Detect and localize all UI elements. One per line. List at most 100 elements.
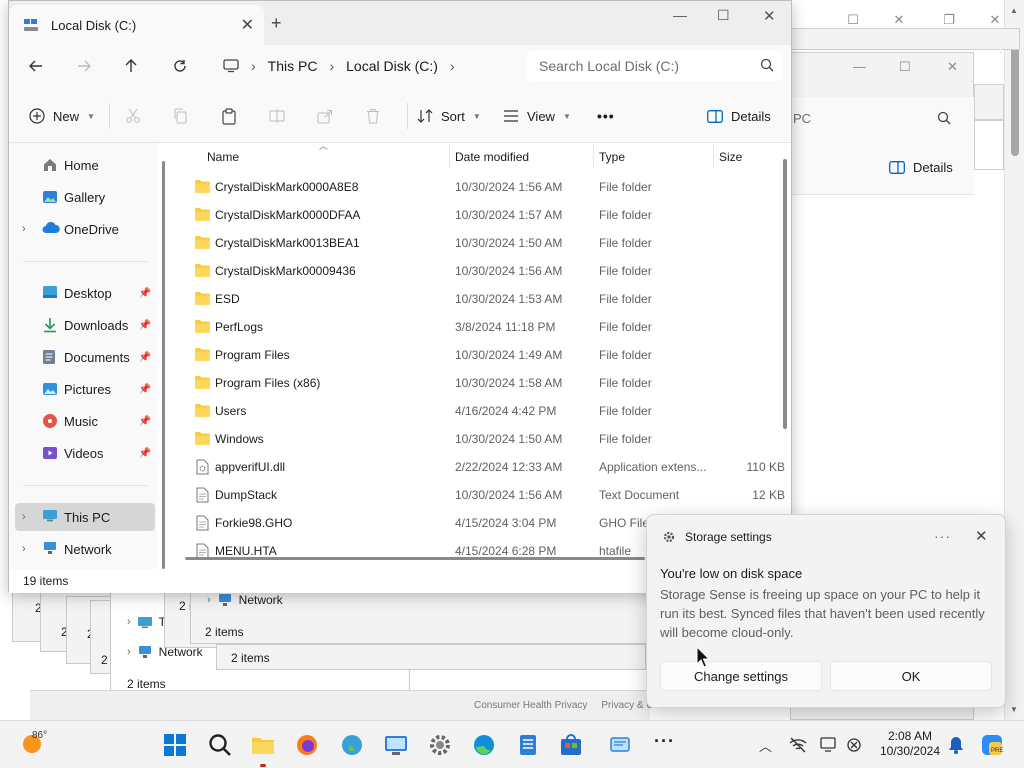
paste-button[interactable]	[221, 105, 237, 127]
background-page-scrollbar[interactable]: ▲ ▼	[1004, 0, 1024, 720]
search-input[interactable]: Search Local Disk (C:)	[527, 51, 782, 81]
computer-icon[interactable]	[223, 59, 239, 73]
pin-icon[interactable]: 📌	[139, 352, 151, 363]
view-button[interactable]: View ▼	[503, 105, 571, 127]
forward-arrow-icon[interactable]	[71, 55, 97, 77]
back-arrow-icon[interactable]	[23, 55, 49, 77]
breadcrumb-this-pc[interactable]: This PC	[268, 58, 318, 74]
file-row[interactable]: Windows 10/30/2024 1:50 AM File folder	[173, 425, 785, 453]
scroll-thumb[interactable]	[162, 161, 165, 569]
sidebar-item-videos[interactable]: Videos 📌	[9, 439, 155, 467]
sidebar-item-pictures[interactable]: Pictures 📌	[9, 375, 155, 403]
column-header-type[interactable]: Type	[599, 150, 625, 164]
pin-icon[interactable]: 📌	[139, 384, 151, 395]
file-list-scrollbar[interactable]	[783, 159, 787, 429]
notification-bell-icon[interactable]	[948, 736, 964, 754]
breadcrumb-chevron-icon[interactable]: ›	[329, 58, 334, 74]
system-clock[interactable]: 2:08 AM 10/30/2024	[878, 729, 942, 759]
tab-close-icon[interactable]: ✕	[241, 15, 254, 35]
new-tab-icon[interactable]: +	[271, 13, 282, 34]
start-icon[interactable]	[163, 733, 187, 757]
chevron-up-icon[interactable]: ︿	[759, 736, 772, 755]
up-arrow-icon[interactable]	[118, 55, 144, 77]
sidebar-item-desktop[interactable]: Desktop 📌	[9, 279, 155, 307]
app-monitor-icon[interactable]	[384, 733, 408, 757]
file-row[interactable]: CrystalDiskMark00009436 10/30/2024 1:56 A…	[173, 257, 785, 285]
cut-button[interactable]	[125, 105, 141, 127]
more-options-button[interactable]: •••	[597, 105, 615, 127]
background-close-icon[interactable]: ✕	[876, 12, 922, 28]
notepad-icon[interactable]	[516, 733, 540, 757]
file-explorer-icon[interactable]	[251, 733, 275, 757]
edge-icon[interactable]	[472, 733, 496, 757]
sidebar-item-home[interactable]: Home	[9, 151, 155, 179]
breadcrumb-local-disk[interactable]: Local Disk (C:)	[346, 58, 438, 74]
navigation-scrollbar[interactable]	[159, 147, 169, 569]
firefox-icon[interactable]	[295, 733, 319, 757]
details-button[interactable]: Details	[707, 105, 771, 127]
file-list-horizontal-scrollbar[interactable]	[185, 557, 645, 560]
maximize-icon[interactable]: ☐	[717, 7, 730, 24]
sidebar-item-music[interactable]: Music 📌	[9, 407, 155, 435]
file-row[interactable]: DumpStack 10/30/2024 1:56 AM Text Document…	[173, 481, 785, 509]
share-button[interactable]	[317, 105, 333, 127]
close-icon[interactable]: ✕	[763, 7, 776, 25]
sidebar-item-downloads[interactable]: Downloads 📌	[9, 311, 155, 339]
sidebar-item-network[interactable]: › Network	[9, 535, 155, 563]
more-icon[interactable]: ···	[934, 528, 951, 544]
breadcrumb-chevron-icon[interactable]: ›	[450, 58, 455, 74]
background-maximize-icon[interactable]: ☐	[830, 12, 876, 28]
sort-button[interactable]: Sort ▼	[417, 105, 481, 127]
store-icon[interactable]	[559, 733, 583, 757]
close-icon[interactable]: ✕	[975, 527, 988, 545]
file-row[interactable]: CrystalDiskMark0000A8E8 10/30/2024 1:56 A…	[173, 173, 785, 201]
settings-icon[interactable]	[428, 733, 452, 757]
file-row[interactable]: ESD 10/30/2024 1:53 AM File folder	[173, 285, 785, 313]
chevron-right-icon[interactable]: ›	[22, 511, 26, 523]
file-row[interactable]: Users 4/16/2024 4:42 PM File folder	[173, 397, 785, 425]
breadcrumb-chevron-icon[interactable]: ›	[251, 58, 256, 74]
breadcrumb[interactable]: › This PC › Local Disk (C:) ›	[215, 51, 519, 81]
copilot-icon[interactable]	[988, 38, 1014, 64]
chevron-right-icon[interactable]: ›	[22, 543, 26, 555]
search-icon[interactable]	[760, 58, 774, 72]
column-header-name[interactable]: Name	[207, 150, 239, 164]
file-row[interactable]: CrystalDiskMark0013BEA1 10/30/2024 1:50 A…	[173, 229, 785, 257]
pin-icon[interactable]: 📌	[139, 288, 151, 299]
footer-link[interactable]: Consumer Health Privacy	[474, 700, 587, 711]
pin-icon[interactable]: 📌	[139, 320, 151, 331]
minimize-icon[interactable]: —	[673, 7, 687, 23]
background-maximize-icon[interactable]: ❐	[926, 12, 972, 28]
column-header-size[interactable]: Size	[719, 150, 742, 164]
search-icon[interactable]	[937, 111, 951, 125]
bg-close-icon[interactable]: ✕	[947, 59, 958, 75]
copilot-pre-icon[interactable]: PRE	[980, 733, 1004, 757]
nav-item-network[interactable]: › Network	[207, 593, 283, 607]
sync-icon[interactable]	[846, 737, 862, 753]
app-window-icon[interactable]	[608, 733, 632, 757]
bg-min-icon[interactable]: —	[853, 59, 866, 74]
delete-button[interactable]	[365, 105, 381, 127]
file-row[interactable]: appverifUI.dll 2/22/2024 12:33 AM Applicat…	[173, 453, 785, 481]
rename-button[interactable]	[269, 105, 285, 127]
file-row[interactable]: Program Files 10/30/2024 1:49 AM File fold…	[173, 341, 785, 369]
display-icon[interactable]	[820, 737, 838, 753]
more-apps-icon[interactable]: ···	[654, 731, 678, 755]
sidebar-item-documents[interactable]: Documents 📌	[9, 343, 155, 371]
file-row[interactable]: CrystalDiskMark0000DFAA 10/30/2024 1:57 A…	[173, 201, 785, 229]
tab-local-disk[interactable]: Local Disk (C:) ✕	[9, 5, 264, 45]
change-settings-button[interactable]: Change settings	[660, 661, 822, 691]
copy-button[interactable]	[173, 105, 189, 127]
refresh-icon[interactable]	[167, 55, 193, 77]
weather-widget[interactable]: 86°	[20, 730, 47, 758]
pin-icon[interactable]: 📌	[139, 448, 151, 459]
scroll-down-arrow-icon[interactable]: ▼	[1010, 705, 1018, 714]
sidebar-item-this-pc[interactable]: › This PC	[15, 503, 155, 531]
column-header-date[interactable]: Date modified	[455, 150, 529, 164]
new-button[interactable]: New ▼	[29, 105, 95, 127]
bg-max-icon[interactable]: ☐	[899, 59, 911, 75]
background-close-icon[interactable]: ✕	[972, 12, 1018, 28]
search-icon[interactable]	[208, 733, 232, 757]
network-off-icon[interactable]	[789, 737, 807, 753]
pin-icon[interactable]: 📌	[139, 416, 151, 427]
